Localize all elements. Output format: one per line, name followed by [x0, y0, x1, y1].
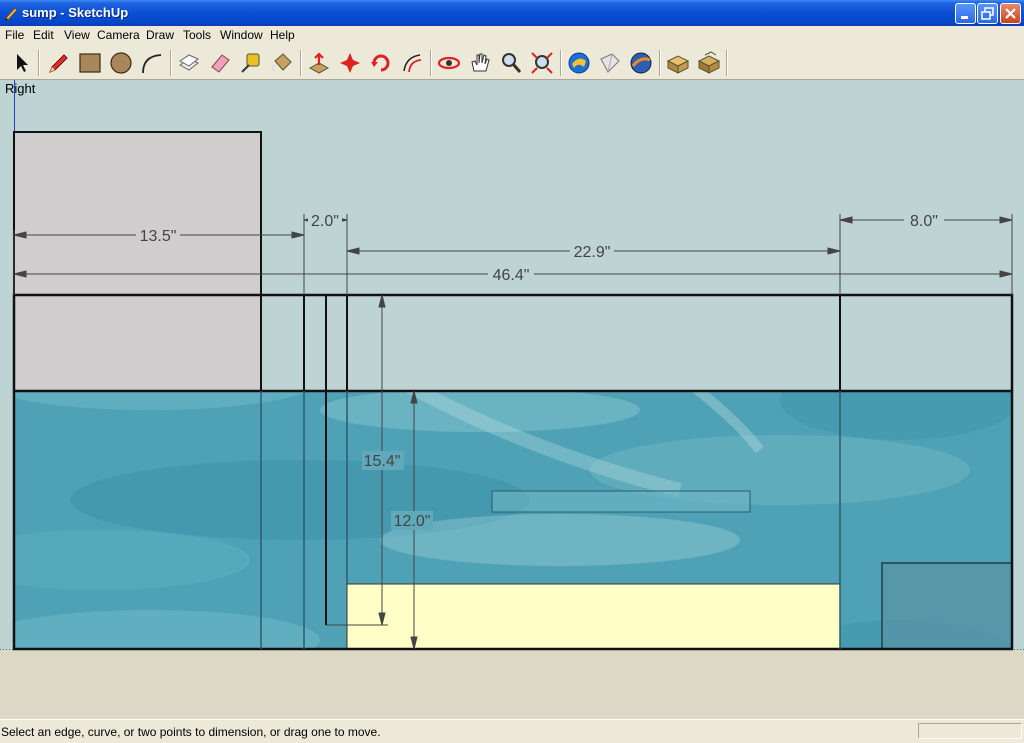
zoom-extents-icon [531, 52, 553, 74]
eraser-icon [211, 54, 230, 73]
paint-bucket-tool[interactable] [268, 49, 296, 77]
dim-13-5: 13.5" [140, 228, 177, 245]
dim-22-9: 22.9" [574, 244, 611, 261]
menu-draw[interactable]: Draw [146, 28, 174, 42]
make-component-tool[interactable] [175, 49, 203, 77]
side-box-upper [13, 131, 262, 296]
dim-12-0: 12.0" [394, 513, 431, 530]
google-earth-icon [630, 52, 652, 74]
rotate-tool[interactable] [367, 49, 395, 77]
orbit-tool[interactable] [435, 49, 463, 77]
offset-icon [403, 54, 422, 73]
zoom-tool[interactable] [497, 49, 525, 77]
move-icon [340, 53, 360, 73]
sketchup-app-icon [5, 7, 18, 21]
menu-bar: File Edit View Camera Draw Tools Window … [0, 26, 1024, 45]
components-tool[interactable] [664, 49, 692, 77]
minimize-icon [961, 16, 968, 19]
zoom-icon [502, 53, 522, 73]
share-model-icon [600, 53, 620, 73]
offset-tool[interactable] [398, 49, 426, 77]
components-icon [666, 55, 690, 74]
return-pump [881, 562, 1013, 650]
eraser-tool[interactable] [206, 49, 234, 77]
tape-measure-tool[interactable] [237, 49, 265, 77]
restore-button[interactable] [977, 3, 998, 24]
arc-tool[interactable] [138, 49, 166, 77]
push-pull-icon [308, 52, 330, 74]
google-earth-tool[interactable] [627, 49, 655, 77]
arc-icon [142, 54, 162, 74]
toolbar [0, 45, 1024, 80]
push-pull-tool[interactable] [305, 49, 333, 77]
dim-15-4: 15.4" [364, 453, 401, 470]
tape-measure-icon [241, 53, 260, 73]
menu-help[interactable]: Help [270, 28, 295, 42]
move-tool[interactable] [336, 49, 364, 77]
sand-bed [346, 583, 841, 650]
dim-8-0: 8.0" [910, 213, 938, 230]
pencil-tool[interactable] [44, 49, 72, 77]
dim-2-0: 2.0" [311, 213, 339, 230]
model-canvas[interactable]: 13.5" 2.0" 8.0" 22.9" 46.4" 15.4" 12.0" [0, 80, 1024, 719]
ground-plane [0, 650, 1024, 719]
rectangle-tool[interactable] [76, 49, 104, 77]
view-name-label: Right [5, 81, 36, 96]
menu-view[interactable]: View [64, 28, 90, 42]
drawing-viewport[interactable]: 13.5" 2.0" 8.0" 22.9" 46.4" 15.4" 12.0" … [0, 80, 1024, 719]
minimize-button[interactable] [955, 3, 976, 24]
measurements-box[interactable] [918, 723, 1022, 739]
rectangle-icon [79, 53, 101, 73]
pan-tool[interactable] [466, 49, 494, 77]
make-component-icon [179, 54, 199, 71]
share-model-tool[interactable] [596, 49, 624, 77]
zoom-extents-tool[interactable] [528, 49, 556, 77]
menu-file[interactable]: File [5, 28, 24, 42]
circle-icon [110, 52, 132, 74]
pencil-icon [49, 54, 68, 73]
select-tool[interactable] [8, 49, 36, 77]
side-box-lower [14, 295, 261, 391]
pan-icon [471, 53, 490, 72]
close-button[interactable] [1000, 3, 1021, 24]
title-bar[interactable]: sump - SketchUp [0, 0, 1024, 26]
orbit-icon [437, 56, 461, 70]
circle-tool[interactable] [107, 49, 135, 77]
submerged-pipe [491, 490, 751, 513]
menu-edit[interactable]: Edit [33, 28, 54, 42]
status-text: Select an edge, curve, or two points to … [1, 725, 381, 739]
sandbox-tool[interactable] [695, 49, 723, 77]
menu-tools[interactable]: Tools [183, 28, 211, 42]
close-icon [1005, 8, 1016, 19]
select-icon [17, 54, 28, 72]
sandbox-icon [697, 51, 721, 74]
window-title: sump - SketchUp [22, 5, 129, 20]
status-bar: Select an edge, curve, or two points to … [0, 719, 1024, 743]
paint-bucket-icon [272, 53, 292, 72]
dim-46-4: 46.4" [493, 267, 530, 284]
menu-window[interactable]: Window [220, 28, 263, 42]
get-models-icon [568, 52, 590, 74]
get-models-tool[interactable] [565, 49, 593, 77]
menu-camera[interactable]: Camera [97, 28, 140, 42]
restore-icon [981, 7, 994, 20]
rotate-icon [371, 54, 390, 72]
